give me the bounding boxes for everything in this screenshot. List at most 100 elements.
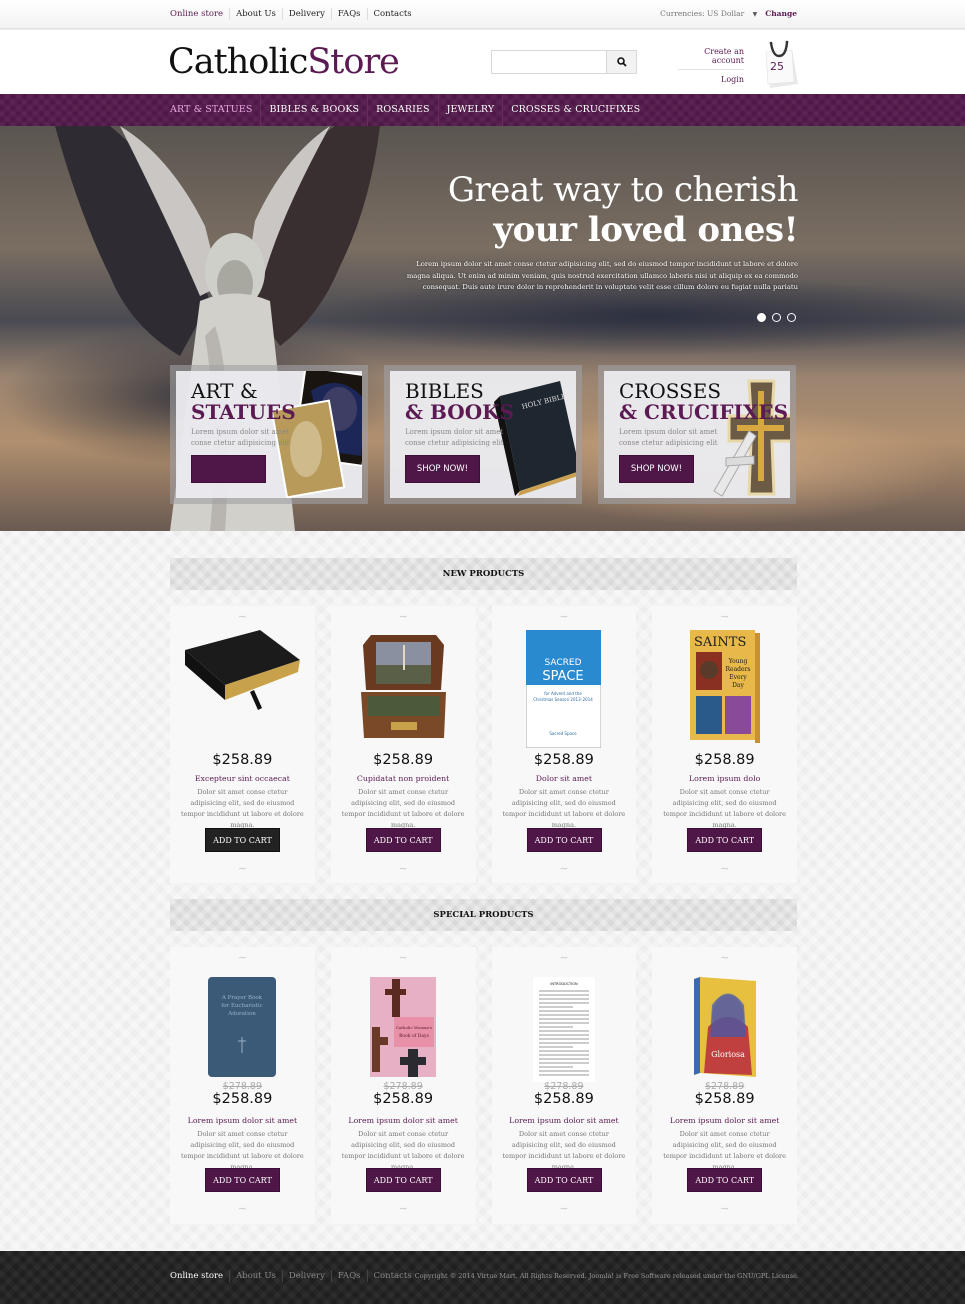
- product-price: $258.89: [212, 752, 273, 768]
- create-account-link[interactable]: Create an account: [678, 47, 744, 70]
- copyright: Copyright © 2014 Virtue Mart. All Rights…: [414, 1272, 799, 1280]
- product-name[interactable]: Dolor sit amet: [492, 774, 637, 783]
- product-card: ∼ SACRED SPACE for Advent and the Christmas …: [491, 606, 637, 883]
- product-description: Dolor sit amet conse ctetur adipisicing …: [663, 1130, 786, 1171]
- add-to-cart-button[interactable]: ADD TO CART: [365, 1168, 441, 1192]
- swirl-ornament-icon: ∼: [398, 610, 408, 623]
- product-image[interactable]: SAINTS Young Readers Every Day: [689, 630, 760, 749]
- product-price: $258.89: [533, 1091, 594, 1107]
- hero-title: Great way to cherish your loved ones!: [448, 170, 799, 250]
- product-name[interactable]: Lorem ipsum dolor sit amet: [652, 1116, 797, 1125]
- swirl-ornament-icon: ∼: [559, 610, 569, 623]
- slider-dot-3[interactable]: [787, 313, 796, 322]
- footer-link-online-store[interactable]: Online store: [170, 1270, 229, 1282]
- product-name[interactable]: Lorem ipsum dolor sit amet: [170, 1116, 315, 1125]
- search-input[interactable]: [492, 51, 606, 73]
- add-to-cart-button[interactable]: ADD TO CART: [205, 1168, 280, 1192]
- product-description: Dolor sit amet conse ctetur adipisicing …: [180, 1130, 304, 1171]
- top-link-about-us[interactable]: About Us: [229, 8, 282, 20]
- svg-text:Christmas Season 2013–2014: Christmas Season 2013–2014: [534, 697, 594, 702]
- product-card: ∼ A Prayer Book for Eucharistic Adoration $2…: [170, 947, 315, 1224]
- svg-text:Day: Day: [732, 682, 744, 689]
- product-price: $258.89: [694, 752, 755, 768]
- banner-bibles-books[interactable]: HOLY BIBLE BIBLES & BOOKS Lorem ipsum do…: [384, 365, 582, 504]
- header: CatholicStore Create an account Login 25: [0, 30, 965, 94]
- swirl-ornament-icon: ∼: [720, 951, 730, 964]
- hero-slider: Great way to cherish your loved ones! Lo…: [0, 126, 965, 531]
- product-name[interactable]: Lorem ipsum dolor sit amet: [331, 1116, 476, 1125]
- footer-link-faqs[interactable]: FAQs: [330, 1270, 367, 1282]
- swirl-ornament-icon: ∼: [559, 862, 569, 875]
- slider-dots: [757, 313, 796, 322]
- top-link-contacts[interactable]: Contacts: [366, 8, 418, 20]
- footer-link-about-us[interactable]: About Us: [229, 1270, 282, 1282]
- banner-title-line1: CROSSES: [619, 379, 722, 403]
- add-to-cart-button[interactable]: ADD TO CART: [526, 1168, 602, 1192]
- swirl-ornament-icon: ∼: [720, 1202, 730, 1215]
- product-price: $258.89: [533, 752, 594, 768]
- banner-title-line1: BIBLES: [405, 379, 484, 403]
- footer-link-delivery[interactable]: Delivery: [281, 1270, 331, 1282]
- top-link-faqs[interactable]: FAQs: [330, 8, 367, 20]
- top-link-delivery[interactable]: Delivery: [281, 8, 331, 20]
- currency-change-link[interactable]: Change: [765, 9, 797, 18]
- product-image[interactable]: INTRODUCTION: [532, 977, 595, 1086]
- product-image[interactable]: Catholic Woman's Book of Days: [370, 977, 437, 1081]
- product-name[interactable]: Lorem ipsum dolor sit amet: [492, 1116, 637, 1125]
- swirl-ornament-icon: ∼: [720, 862, 730, 875]
- slider-dot-1[interactable]: [757, 313, 766, 322]
- product-image[interactable]: [356, 630, 451, 749]
- footer-link-contacts[interactable]: Contacts: [366, 1270, 418, 1282]
- add-to-cart-button[interactable]: ADD TO CART: [205, 828, 280, 852]
- product-card: ∼ $258.89 Excepteur sint occaecat Dolor sit…: [170, 606, 315, 883]
- svg-text:SAINTS: SAINTS: [694, 635, 746, 650]
- shop-now-button[interactable]: SHOP NOW!: [619, 455, 694, 483]
- product-image[interactable]: Gloriosa: [693, 977, 756, 1081]
- search-button[interactable]: [606, 51, 636, 73]
- top-link-online-store[interactable]: Online store: [170, 8, 229, 20]
- logo-part-catholic: Catholic: [168, 42, 308, 82]
- shop-now-button[interactable]: [191, 455, 266, 483]
- banner-title-line1: ART &: [191, 379, 258, 403]
- currency-selector: Currencies: US Dollar ▼ Change: [660, 9, 797, 18]
- svg-text:INTRODUCTION: INTRODUCTION: [550, 982, 578, 986]
- add-to-cart-button[interactable]: ADD TO CART: [687, 1168, 763, 1192]
- shop-now-button[interactable]: SHOP NOW!: [405, 455, 480, 483]
- account-links: Create an account Login: [678, 47, 744, 84]
- logo-part-store: Store: [307, 42, 400, 82]
- slider-dot-2[interactable]: [772, 313, 781, 322]
- search-icon: [616, 57, 627, 67]
- banner-art-statues[interactable]: ART & STATUES Lorem ipsum dolor sit amet…: [170, 365, 368, 504]
- add-to-cart-button[interactable]: ADD TO CART: [526, 828, 602, 852]
- nav-item-art-statues[interactable]: ART & STATUES: [170, 94, 260, 126]
- currency-value[interactable]: US Dollar: [707, 9, 744, 18]
- special-products-grid: ∼ A Prayer Book for Eucharistic Adoration $2…: [170, 947, 797, 1224]
- logo[interactable]: CatholicStore: [168, 42, 400, 82]
- nav-item-rosaries[interactable]: ROSARIES: [367, 94, 437, 126]
- cart-button[interactable]: 25: [762, 38, 798, 88]
- login-link[interactable]: Login: [678, 75, 744, 84]
- product-card: ∼ Catholic Woman's Book of Days $278.89 $258…: [330, 947, 476, 1224]
- chevron-down-icon[interactable]: ▼: [753, 11, 758, 18]
- footer: Online store About Us Delivery FAQs Cont…: [0, 1251, 965, 1304]
- nav-item-crosses-crucifixes[interactable]: CROSSES & CRUCIFIXES: [502, 94, 648, 126]
- nav-item-jewelry[interactable]: JEWELRY: [437, 94, 503, 126]
- main-nav: ART & STATUES BIBLES & BOOKS ROSARIES JE…: [0, 94, 965, 126]
- banner-crosses-crucifixes[interactable]: CROSSES & CRUCIFIXES Lorem ipsum dolor s…: [598, 365, 796, 504]
- add-to-cart-button[interactable]: ADD TO CART: [365, 828, 441, 852]
- currency-label: Currencies:: [660, 9, 705, 18]
- nav-item-bibles-books[interactable]: BIBLES & BOOKS: [260, 94, 367, 126]
- svg-text:Catholic Woman's: Catholic Woman's: [396, 1025, 432, 1030]
- swirl-ornament-icon: ∼: [237, 610, 247, 623]
- product-name[interactable]: Excepteur sint occaecat: [170, 774, 315, 783]
- product-name[interactable]: Cupidatat non proident: [331, 774, 476, 783]
- product-name[interactable]: Lorem ipsum dolo: [652, 774, 797, 783]
- svg-text:Young: Young: [727, 658, 747, 665]
- product-image[interactable]: A Prayer Book for Eucharistic Adoration: [208, 977, 277, 1081]
- product-image[interactable]: SACRED SPACE for Advent and the Christmas S…: [525, 629, 602, 752]
- svg-text:Readers: Readers: [725, 666, 750, 673]
- product-image[interactable]: [180, 630, 305, 714]
- product-card: ∼ SAINTS Young Readers Every Day $258.89 Lorem …: [652, 606, 797, 883]
- add-to-cart-button[interactable]: ADD TO CART: [687, 828, 763, 852]
- banner-title-line2: & BOOKS: [405, 400, 514, 424]
